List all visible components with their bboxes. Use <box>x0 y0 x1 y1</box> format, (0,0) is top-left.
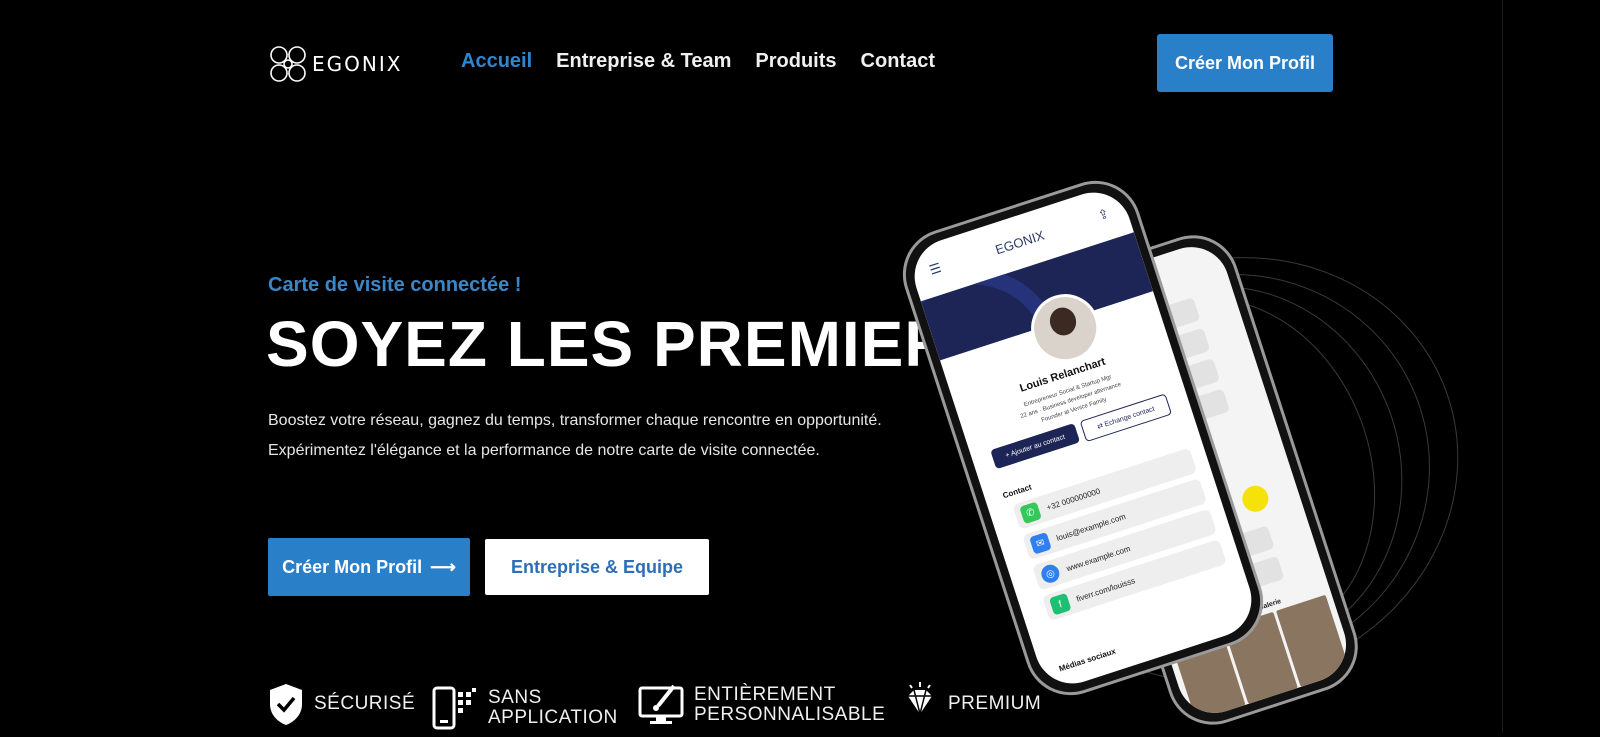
contact-value: +32 000000000 <box>1045 486 1102 512</box>
feature-no-app: SANS APPLICATION <box>432 686 618 730</box>
hero-description-line-1: Boostez votre réseau, gagnez du temps, t… <box>268 412 882 429</box>
brand-logo[interactable]: EGONIX <box>268 44 402 84</box>
egonix-logo-icon <box>270 46 306 82</box>
nav-item-entreprise-team[interactable]: Entreprise & Team <box>556 50 731 73</box>
feature-no-app-label: SANS APPLICATION <box>488 687 618 728</box>
enterprise-team-button[interactable]: Entreprise & Equipe <box>485 539 709 595</box>
hero-description-line-2: Expérimentez l'élégance et la performanc… <box>268 441 820 459</box>
hero-title: SOYEZ LES PREMIERS <box>266 308 996 380</box>
phone-icon: ✆ <box>1019 501 1042 525</box>
feature-secure: SÉCURISÉ <box>268 682 415 726</box>
phone-no-app-icon <box>432 686 476 730</box>
create-profile-button[interactable]: Créer Mon Profil ⟶ <box>268 538 470 596</box>
page-edge-divider <box>1502 0 1503 733</box>
main-nav: Accueil Entreprise & Team Produits Conta… <box>461 50 935 73</box>
create-profile-button-label: Créer Mon Profil <box>282 556 423 577</box>
phone-mockup: Galerie ☰ EGONIX ⇪ Louis Relanchart Entr… <box>890 168 1500 737</box>
safari-icon: ◎ <box>1039 562 1062 586</box>
fiverr-icon: f <box>1048 592 1072 616</box>
arrow-right-icon: ⟶ <box>430 556 456 577</box>
share-icon: ⇪ <box>1095 205 1111 224</box>
nav-item-accueil[interactable]: Accueil <box>461 50 532 73</box>
hero-eyebrow: Carte de visite connectée ! <box>268 274 522 296</box>
phone-brand: EGONIX <box>993 227 1047 257</box>
monitor-brush-icon <box>638 684 684 724</box>
feature-customizable-label: ENTIÈREMENT PERSONNALISABLE <box>694 684 886 725</box>
create-profile-header-button[interactable]: Créer Mon Profil <box>1157 34 1333 92</box>
snapchat-icon <box>1238 482 1272 516</box>
nav-item-produits[interactable]: Produits <box>755 50 836 73</box>
contact-value: www.example.com <box>1065 543 1132 573</box>
feature-secure-label: SÉCURISÉ <box>314 693 416 714</box>
shield-check-icon <box>270 684 302 725</box>
mail-icon: ✉ <box>1029 531 1052 555</box>
nav-item-contact[interactable]: Contact <box>861 50 935 73</box>
hero-description: Boostez votre réseau, gagnez du temps, t… <box>268 406 908 465</box>
contact-label: Contact <box>1001 482 1033 501</box>
feature-customizable: ENTIÈREMENT PERSONNALISABLE <box>638 684 885 726</box>
social-media-label: Médias sociaux <box>1057 646 1117 674</box>
menu-icon: ☰ <box>927 259 944 278</box>
brand-name: EGONIX <box>312 52 403 76</box>
contact-value: fiverr.com/louisss <box>1075 575 1137 604</box>
